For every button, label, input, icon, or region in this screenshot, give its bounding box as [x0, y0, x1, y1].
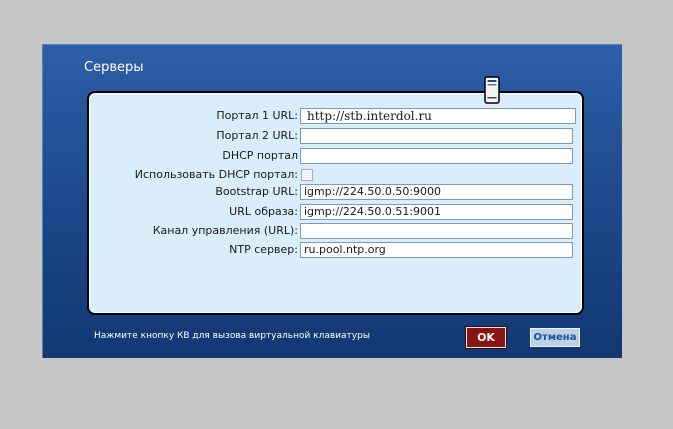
portal1-label: Портал 1 URL:	[216, 109, 298, 122]
keyboard-hint: Нажмите кнопку КВ для вызова виртуальной…	[94, 331, 370, 341]
ntp-label: NTP сервер:	[229, 243, 298, 256]
servers-dialog: Серверы Портал 1 URL: http://stb.interdo…	[42, 44, 622, 358]
portal2-label: Портал 2 URL:	[216, 129, 298, 142]
dhcp-portal-row: DHCP портал	[89, 148, 582, 166]
ok-button[interactable]: OK	[466, 327, 506, 348]
image-url-row: URL образа: igmp://224.50.0.51:9001	[89, 204, 582, 222]
server-icon	[484, 76, 500, 104]
image-url-label: URL образа:	[229, 205, 298, 218]
screen-background: Серверы Портал 1 URL: http://stb.interdo…	[0, 0, 673, 429]
use-dhcp-checkbox[interactable]	[301, 169, 313, 181]
control-channel-input[interactable]	[300, 223, 573, 239]
control-channel-label: Канал управления (URL):	[152, 224, 298, 237]
dhcp-portal-label: DHCP портал	[222, 149, 298, 162]
portal1-url-input[interactable]: http://stb.interdol.ru	[300, 108, 576, 124]
control-channel-row: Канал управления (URL):	[89, 223, 582, 241]
image-url-input[interactable]: igmp://224.50.0.51:9001	[300, 204, 573, 220]
portal2-row: Портал 2 URL:	[89, 128, 582, 146]
dhcp-portal-input[interactable]	[300, 148, 573, 164]
cancel-button[interactable]: Отмена	[530, 328, 580, 347]
portal1-row: Портал 1 URL: http://stb.interdol.ru	[89, 108, 582, 126]
dialog-title: Серверы	[84, 60, 144, 75]
settings-panel: Портал 1 URL: http://stb.interdol.ru Пор…	[87, 91, 584, 315]
use-dhcp-label: Использовать DHCP портал:	[134, 168, 298, 181]
bootstrap-url-input[interactable]: igmp://224.50.0.50:9000	[300, 184, 573, 200]
ntp-row: NTP сервер: ru.pool.ntp.org	[89, 242, 582, 260]
use-dhcp-row: Использовать DHCP портал:	[89, 167, 582, 185]
bootstrap-label: Bootstrap URL:	[215, 185, 298, 198]
bootstrap-row: Bootstrap URL: igmp://224.50.0.50:9000	[89, 184, 582, 202]
ntp-server-input[interactable]: ru.pool.ntp.org	[300, 242, 573, 258]
portal2-url-input[interactable]	[300, 128, 573, 144]
